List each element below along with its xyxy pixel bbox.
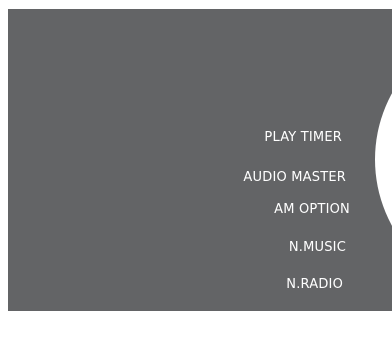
menu-item-play-timer[interactable]: PLAY TIMER xyxy=(264,130,342,146)
menu-item-am-option[interactable]: AM OPTION xyxy=(274,202,350,218)
selection-wheel[interactable] xyxy=(375,22,392,297)
menu-item-n-radio[interactable]: N.RADIO xyxy=(286,277,343,293)
menu-item-n-music[interactable]: N.MUSIC xyxy=(289,240,346,256)
menu-panel xyxy=(8,9,392,311)
menu-item-audio-master[interactable]: AUDIO MASTER xyxy=(243,170,346,186)
